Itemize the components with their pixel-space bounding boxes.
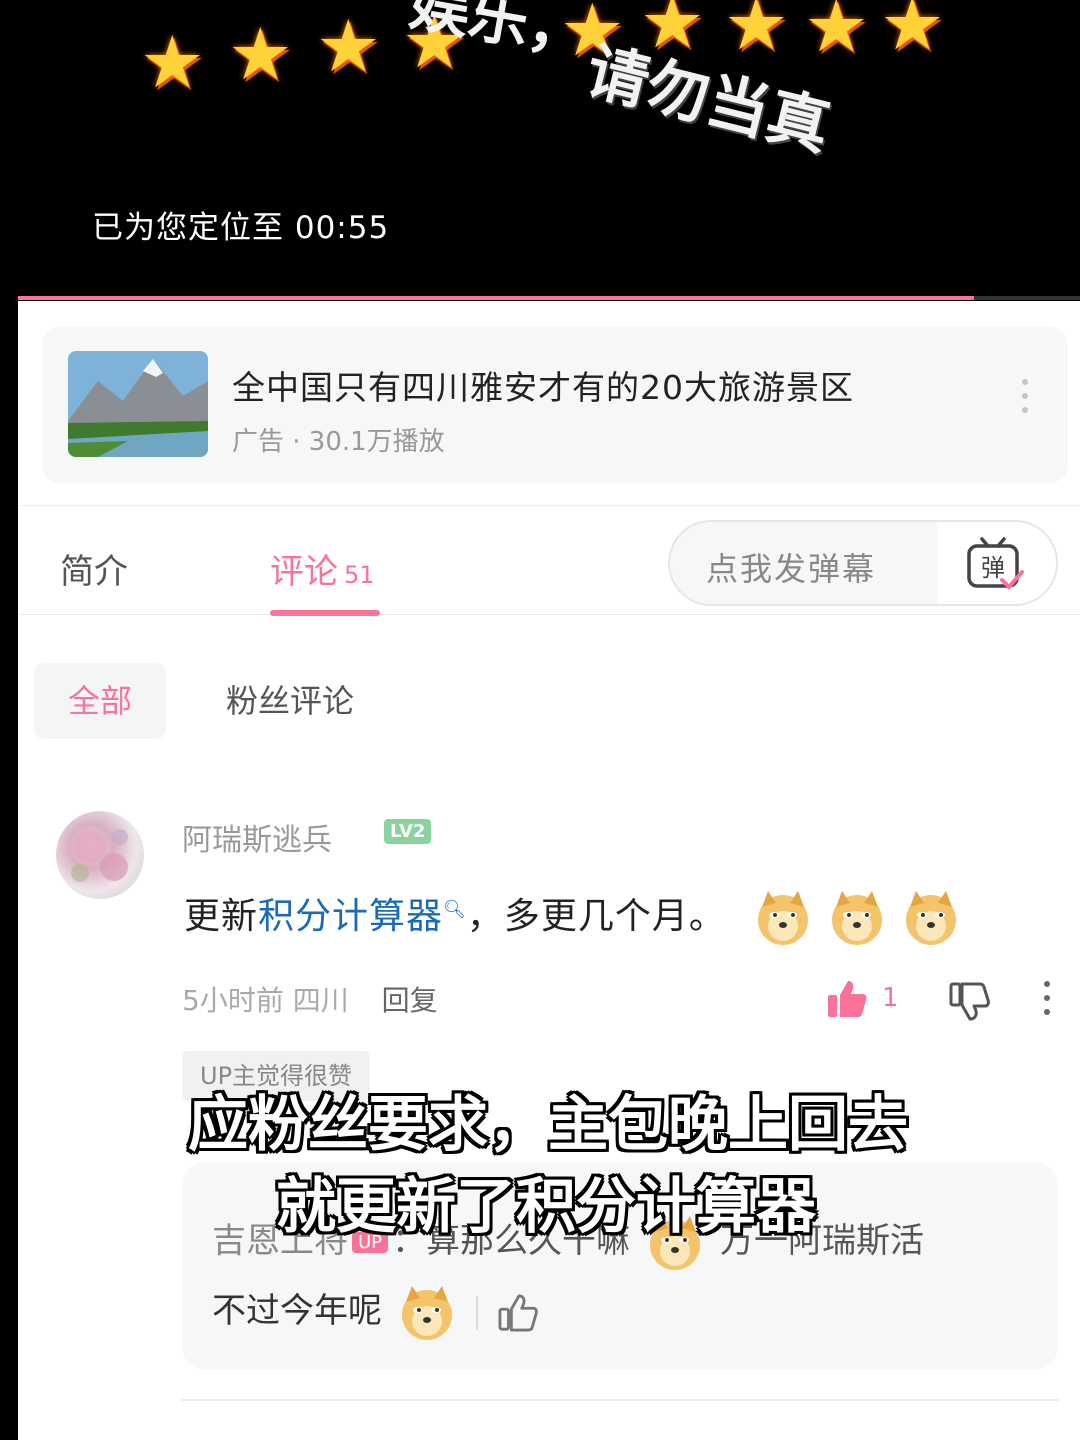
thumbs-up-icon[interactable] [498, 1293, 538, 1332]
divider [476, 1295, 478, 1330]
doge-emoji-icon [832, 891, 883, 945]
star-icon: ★ [228, 12, 293, 96]
tab-active-indicator [270, 610, 380, 616]
comment-text-prefix: 更新 [184, 896, 259, 937]
danmaku-input[interactable]: 点我发弹幕 [706, 544, 876, 590]
doge-emoji-icon [906, 891, 957, 945]
tab-intro[interactable]: 简介 [60, 544, 128, 593]
danmaku-icon-char: 弹 [981, 554, 1005, 582]
comment-search-link[interactable]: 积分计算器 [258, 896, 443, 937]
tab-comments-count: 51 [344, 561, 375, 589]
comment-text-suffix: ，多更几个月。 [466, 896, 726, 937]
star-icon: ★ [724, 0, 789, 66]
filter-all[interactable]: 全部 [34, 663, 166, 739]
reply-text-2: 不过今年呢 [212, 1291, 382, 1331]
star-icon: ★ [804, 0, 869, 68]
filter-fans[interactable]: 粉丝评论 [226, 663, 354, 739]
thumbs-down-icon[interactable] [948, 981, 990, 1021]
reply-line: 不过今年呢 [212, 1283, 538, 1342]
tab-comments[interactable]: 评论 51 [270, 544, 375, 593]
star-icon: ★ [316, 4, 381, 88]
video-player[interactable]: ★ ★ ★ ★ ★ ★ ★ ★ ★ 娱乐， 请勿当真 已为您定位至 00:55 [0, 0, 1080, 300]
more-icon[interactable] [1018, 379, 1032, 429]
ad-card[interactable]: 全中国只有四川雅安才有的20大旅游景区 广告 · 30.1万播放 [42, 327, 1068, 483]
comment-meta: 5小时前 四川 回复 [182, 979, 438, 1019]
more-icon[interactable] [1040, 981, 1054, 1021]
comment-location: 四川 [292, 984, 349, 1017]
danmaku-input-box[interactable]: 点我发弹幕 弹 [668, 520, 1058, 606]
danmaku-icon: 弹 [967, 537, 1024, 590]
level-badge: LV2 [384, 819, 432, 844]
ad-meta: 广告 · 30.1万播放 [232, 427, 445, 457]
divider [180, 1399, 1060, 1401]
tab-comments-label: 评论 [270, 552, 338, 592]
reply-button[interactable]: 回复 [382, 984, 438, 1017]
avatar[interactable] [56, 811, 144, 899]
video-progress-bar[interactable] [18, 296, 1080, 300]
tab-bar: 简介 评论 51 点我发弹幕 弹 [18, 505, 1080, 616]
ad-title: 全中国只有四川雅安才有的20大旅游景区 [232, 368, 854, 407]
comment-time: 5小时前 [182, 984, 284, 1017]
search-icon: 🔍︎ [443, 899, 467, 920]
like-count: 1 [882, 983, 899, 1013]
video-subtitle-line-2: 就更新了积分计算器 [276, 1172, 816, 1242]
star-icon: ★ [140, 20, 205, 104]
comment-username[interactable]: 阿瑞斯逃兵 [182, 815, 332, 859]
seek-message: 已为您定位至 00:55 [92, 210, 390, 246]
doge-emoji-icon [758, 891, 809, 945]
thumbs-up-icon[interactable] [826, 979, 868, 1019]
star-icon: ★ [880, 0, 945, 66]
doge-emoji-icon [402, 1285, 452, 1340]
video-subtitle-line-1: 应粉丝要求，主包晚上回去 [188, 1090, 908, 1160]
comment-text: 更新积分计算器🔍︎，多更几个月。 [184, 887, 960, 947]
danmaku-toggle-button[interactable]: 弹 [938, 522, 1056, 604]
video-progress-fill [18, 296, 974, 300]
ad-thumbnail [68, 351, 208, 457]
content-panel: 全中国只有四川雅安才有的20大旅游景区 广告 · 30.1万播放 简介 评论 51… [18, 301, 1080, 1440]
